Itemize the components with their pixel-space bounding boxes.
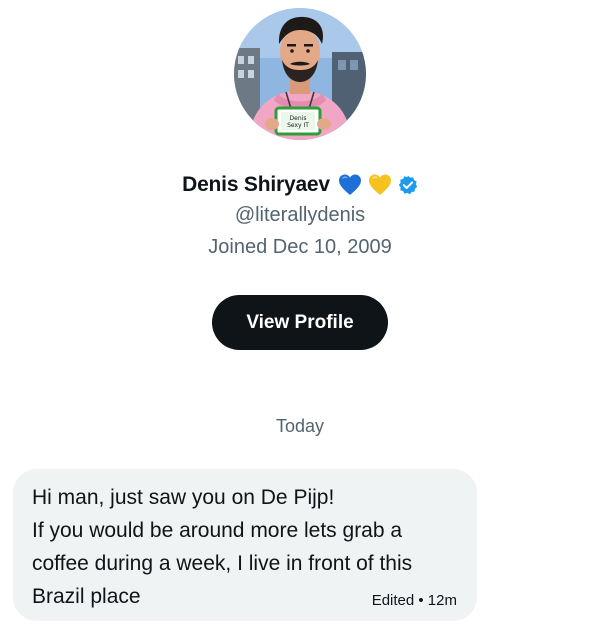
date-divider: Today bbox=[275, 416, 325, 436]
avatar-illustration: Denis Sexy IT bbox=[234, 8, 366, 140]
name-row: Denis Shiryaev bbox=[0, 168, 600, 202]
yellow-heart-icon bbox=[368, 173, 392, 197]
svg-text:Denis: Denis bbox=[290, 115, 307, 122]
message-bubble[interactable]: Hi man, just saw you on De Pijp! If you … bbox=[13, 469, 477, 621]
message-meta: Edited • 12m bbox=[371, 592, 457, 609]
display-name: Denis Shiryaev bbox=[182, 173, 330, 196]
joined-date: Joined Dec 10, 2009 bbox=[208, 236, 392, 258]
profile-header: Denis Sexy IT Denis Shiryaev @literallyd… bbox=[0, 0, 600, 360]
blue-heart-icon bbox=[338, 173, 362, 197]
svg-text:Sexy IT: Sexy IT bbox=[287, 122, 309, 129]
verified-badge-icon[interactable] bbox=[398, 175, 418, 195]
profile-handle: @literallydenis bbox=[234, 204, 366, 226]
avatar[interactable]: Denis Sexy IT bbox=[234, 8, 366, 140]
view-profile-button[interactable]: View Profile bbox=[212, 295, 388, 350]
